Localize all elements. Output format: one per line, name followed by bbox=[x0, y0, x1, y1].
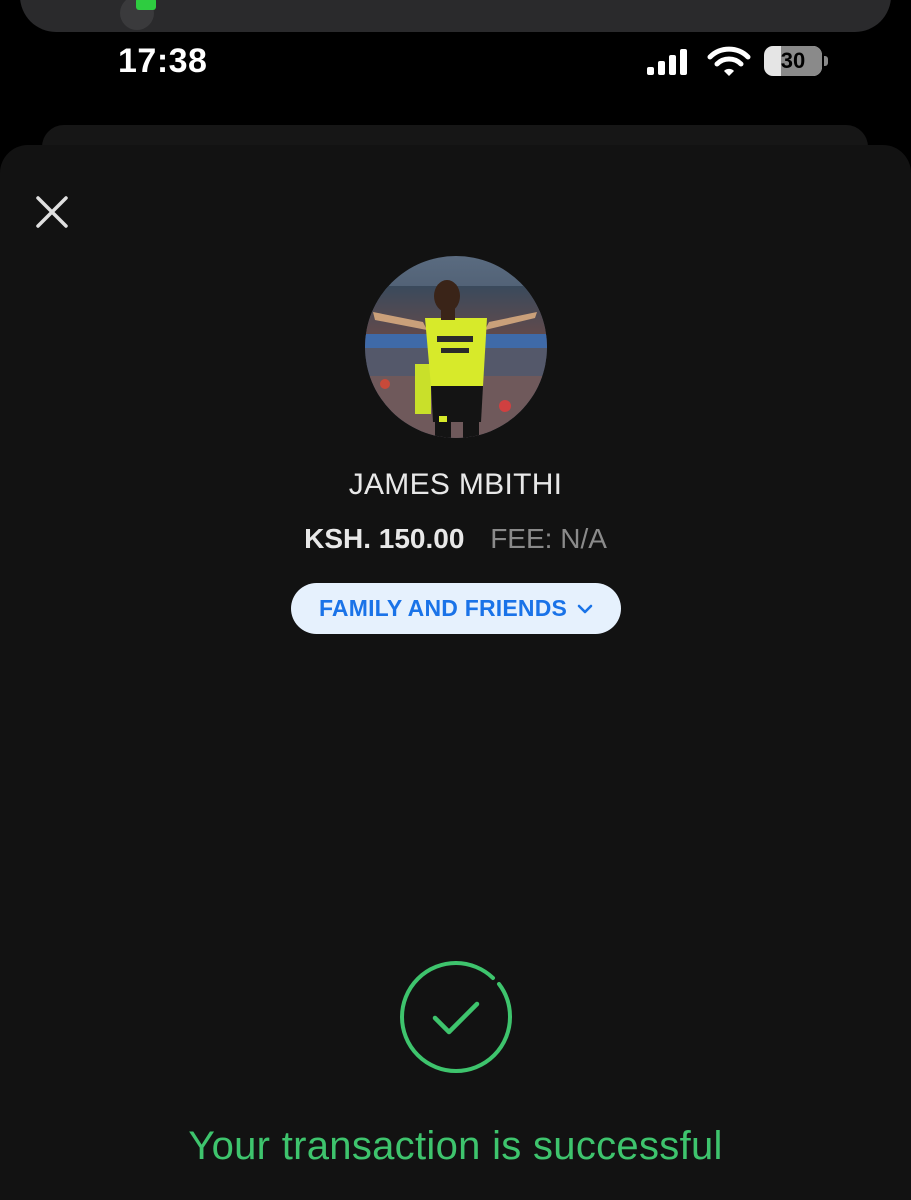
battery-cap bbox=[824, 56, 828, 66]
avatar-photo bbox=[365, 256, 547, 438]
recipient-avatar bbox=[365, 256, 547, 438]
close-button[interactable] bbox=[28, 188, 76, 236]
status-bar: 17:38 30 bbox=[0, 40, 911, 88]
close-icon bbox=[36, 196, 68, 228]
battery-level: 30 bbox=[780, 48, 806, 73]
cellular-signal-icon bbox=[647, 49, 687, 75]
transaction-screen: 17:38 30 JAMES MBITHI KSH. 150.00 FEE: N… bbox=[0, 0, 911, 1200]
notification-pill[interactable] bbox=[20, 0, 891, 32]
messages-badge-icon bbox=[136, 0, 156, 10]
category-dropdown[interactable]: FAMILY AND FRIENDS bbox=[291, 583, 621, 634]
success-message: Your transaction is successful bbox=[188, 1124, 723, 1168]
category-label: FAMILY AND FRIENDS bbox=[318, 595, 568, 621]
status-time: 17:38 bbox=[118, 42, 208, 80]
transaction-fee: FEE: N/A bbox=[490, 523, 607, 554]
wifi-icon bbox=[707, 46, 751, 76]
check-circle-icon bbox=[400, 961, 513, 1073]
battery-indicator: 30 bbox=[764, 46, 828, 78]
battery-body: 30 bbox=[764, 46, 822, 76]
chevron-down-icon bbox=[577, 604, 593, 613]
amount-row: KSH. 150.00 FEE: N/A bbox=[0, 523, 911, 555]
transaction-amount: KSH. 150.00 bbox=[304, 523, 465, 554]
recipient-name: JAMES MBITHI bbox=[348, 468, 563, 501]
